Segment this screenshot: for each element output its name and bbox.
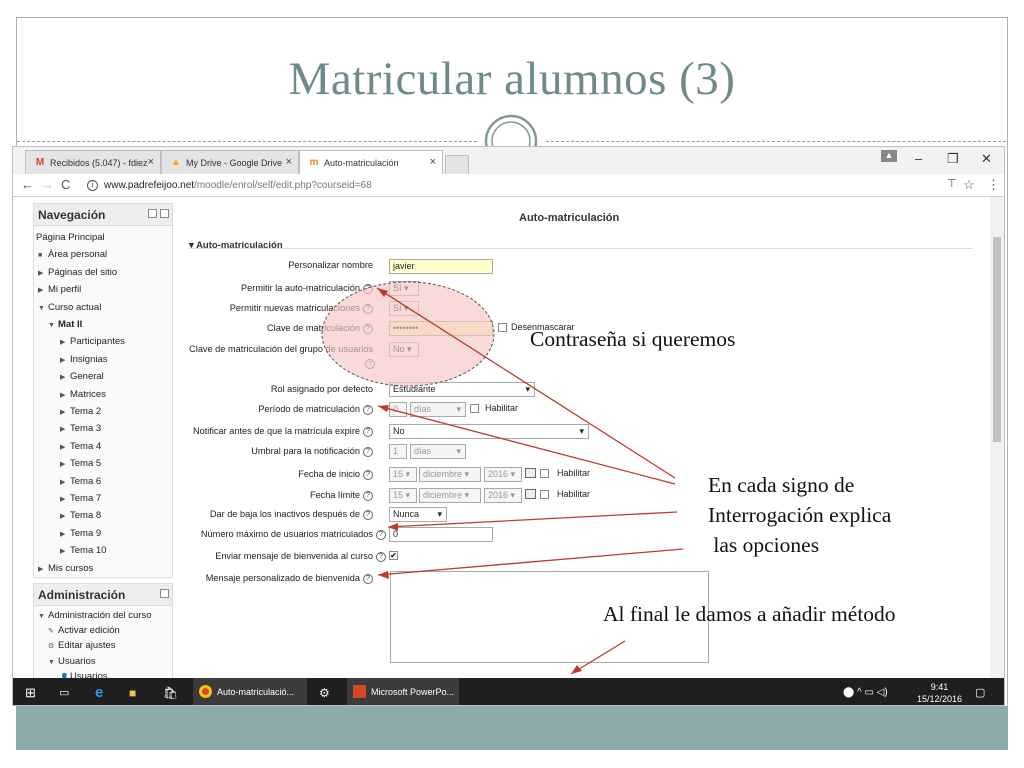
- footer-band: [16, 706, 1008, 750]
- annotation-line2: Interrogación explica: [708, 503, 892, 527]
- annotation-line1: En cada signo de: [708, 473, 855, 497]
- arrow-max-users: [387, 511, 678, 528]
- highlight-ellipse: [321, 281, 495, 387]
- annotation-overlay: [321, 281, 684, 675]
- annotation-password: Contraseña si queremos: [530, 327, 736, 351]
- arrow-welcome-msg: [377, 548, 684, 576]
- arrow-period: [377, 405, 676, 485]
- annotation-final: Al final le damos a añadir método: [603, 602, 896, 626]
- annotation-line3: las opciones: [708, 533, 820, 557]
